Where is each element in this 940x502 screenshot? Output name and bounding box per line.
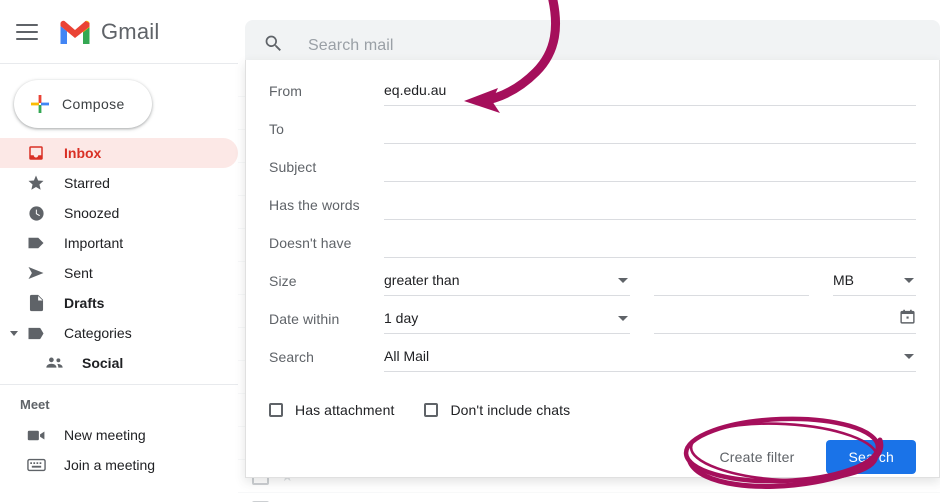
chevron-down-icon[interactable] (618, 278, 628, 283)
field-label: Date within (269, 311, 340, 327)
sidebar-item-label: Drafts (64, 295, 105, 311)
sidebar-item-sent[interactable]: Sent (0, 258, 238, 288)
panel-button-row: Create filter Search (246, 440, 939, 474)
date-input[interactable] (654, 308, 916, 334)
send-icon (26, 263, 46, 283)
chevron-down-icon[interactable] (618, 316, 628, 321)
field-label: Has the words (269, 197, 360, 213)
subject-input[interactable] (384, 156, 916, 182)
sidebar-item-label: Inbox (64, 145, 102, 161)
sidebar-item-snoozed[interactable]: Snoozed (0, 198, 238, 228)
plus-icon (31, 95, 49, 113)
advanced-search-panel: From eq.edu.au To Subject Has the words (245, 60, 940, 478)
field-label: From (269, 83, 303, 99)
compose-label: Compose (62, 96, 125, 112)
field-row-has-the-words: Has the words (269, 194, 916, 232)
video-camera-icon (26, 425, 46, 445)
field-row-from: From eq.edu.au (269, 80, 916, 118)
gmail-m-logo (60, 20, 90, 44)
has-the-words-input[interactable] (384, 194, 916, 220)
chevron-down-icon[interactable] (904, 278, 914, 283)
size-operator-select[interactable]: greater than (384, 270, 630, 296)
sidebar-item-label: Starred (64, 175, 110, 191)
field-row-search-scope: Search All Mail (269, 346, 916, 384)
sidebar-item-join-meeting[interactable]: Join a meeting (0, 450, 238, 480)
sidebar-item-new-meeting[interactable]: New meeting (0, 420, 238, 450)
sidebar-item-categories[interactable]: Categories (0, 318, 238, 348)
sidebar-item-label: Important (64, 235, 124, 251)
sidebar-item-starred[interactable]: Starred (0, 168, 238, 198)
clock-icon (26, 203, 46, 223)
sidebar-nav: Inbox Starred Snoozed Important Sent Dra… (0, 138, 238, 480)
search-button[interactable]: Search (826, 440, 916, 474)
dont-include-chats-label: Don't include chats (450, 402, 571, 418)
size-unit-select[interactable]: MB (833, 270, 916, 296)
dont-include-chats-checkbox[interactable] (424, 403, 439, 417)
field-label: To (269, 121, 284, 137)
field-row-doesnt-have: Doesn't have (269, 232, 916, 270)
tag-icon (26, 323, 46, 343)
doesnt-have-input[interactable] (384, 232, 916, 258)
compose-button[interactable]: Compose (14, 80, 152, 128)
star-icon (26, 173, 46, 193)
sidebar-item-label: Sent (64, 265, 93, 281)
has-attachment-label: Has attachment (295, 402, 395, 418)
field-row-date-within: Date within 1 day (269, 308, 916, 346)
table-row[interactable]: ★ (238, 493, 940, 502)
sidebar-item-inbox[interactable]: Inbox (0, 138, 238, 168)
sidebar-item-label: Snoozed (64, 205, 120, 221)
draft-icon (26, 293, 46, 313)
hamburger-icon[interactable] (16, 23, 38, 40)
size-unit-value: MB (833, 272, 854, 288)
to-input[interactable] (384, 118, 916, 144)
checkbox-row: Has attachment Don't include chats (246, 402, 939, 418)
field-row-size: Size greater than MB (269, 270, 916, 308)
field-label: Size (269, 273, 297, 289)
search-input[interactable]: Search mail (308, 37, 394, 55)
people-icon (44, 353, 64, 373)
size-amount-input[interactable] (654, 270, 809, 296)
sidebar-item-label: New meeting (64, 427, 146, 443)
date-range-value: 1 day (384, 310, 419, 326)
field-row-to: To (269, 118, 916, 156)
gmail-logo[interactable]: Gmail (58, 19, 159, 45)
gmail-wordmark: Gmail (101, 18, 160, 44)
gmail-header: Gmail (0, 0, 238, 64)
has-attachment-checkbox[interactable] (269, 403, 283, 417)
sidebar-item-social[interactable]: Social (0, 348, 238, 378)
sidebar-item-label: Social (82, 355, 124, 371)
chevron-down-icon[interactable] (10, 330, 18, 336)
date-range-select[interactable]: 1 day (384, 308, 630, 334)
sidebar: Gmail Compose Inbox Starred Snoozed Impo… (0, 0, 238, 502)
label-icon (26, 233, 46, 253)
sidebar-item-important[interactable]: Important (0, 228, 238, 258)
create-filter-button[interactable]: Create filter (705, 440, 808, 474)
from-input[interactable]: eq.edu.au (384, 80, 916, 106)
sidebar-item-label: Categories (64, 325, 132, 341)
search-scope-value: All Mail (384, 348, 430, 364)
search-icon[interactable] (263, 33, 284, 59)
calendar-icon[interactable] (899, 308, 916, 330)
chevron-down-icon[interactable] (904, 354, 914, 359)
field-row-subject: Subject (269, 156, 916, 194)
sidebar-item-label: Join a meeting (64, 457, 156, 473)
field-label: Doesn't have (269, 235, 352, 251)
field-label: Subject (269, 159, 317, 175)
meet-section-title: Meet (20, 397, 50, 412)
sidebar-item-drafts[interactable]: Drafts (0, 288, 238, 318)
field-label: Search (269, 349, 314, 365)
search-scope-select[interactable]: All Mail (384, 346, 916, 372)
inbox-icon (26, 143, 46, 163)
gmail-window: ★ ★ ★ ★ ★ ★ ★ ★ ★ ★ ★ ★ ★ ★ Gmai (0, 0, 940, 502)
size-operator-value: greater than (384, 272, 460, 288)
keyboard-icon (26, 455, 46, 475)
